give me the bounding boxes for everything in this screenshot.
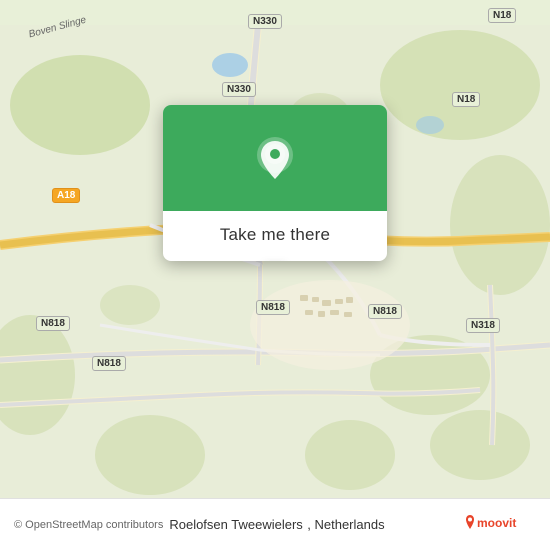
road-label-n818-right: N818 xyxy=(368,304,402,319)
road-label-n318: N318 xyxy=(466,318,500,333)
bottom-bar: © OpenStreetMap contributors Roelofsen T… xyxy=(0,498,550,550)
moovit-logo-svg: moovit xyxy=(466,511,536,539)
road-label-n818-mid: N818 xyxy=(256,300,290,315)
location-popup: Take me there xyxy=(163,105,387,261)
road-label-n818-left2: N818 xyxy=(92,356,126,371)
road-label-n818-left: N818 xyxy=(36,316,70,331)
location-name: Roelofsen Tweewielers xyxy=(169,517,302,532)
svg-text:moovit: moovit xyxy=(477,516,516,530)
map-container: Boven Slinge N330 N330 N18 N18 A18 N818 … xyxy=(0,0,550,550)
location-info: Roelofsen Tweewielers , Netherlands xyxy=(169,516,384,534)
attribution-text: © OpenStreetMap contributors xyxy=(14,519,163,531)
moovit-logo: moovit xyxy=(466,511,536,539)
road-label-n330-top: N330 xyxy=(248,14,282,29)
take-me-there-button[interactable]: Take me there xyxy=(220,225,330,245)
road-label-n330-mid: N330 xyxy=(222,82,256,97)
popup-green-header xyxy=(163,105,387,211)
map-pin-icon xyxy=(248,133,302,187)
road-label-n18-right: N18 xyxy=(452,92,480,107)
popup-button-section[interactable]: Take me there xyxy=(163,211,387,261)
road-label-a18: A18 xyxy=(52,188,80,203)
location-country-name: Netherlands xyxy=(314,517,384,532)
road-label-n18-top-right: N18 xyxy=(488,8,516,23)
